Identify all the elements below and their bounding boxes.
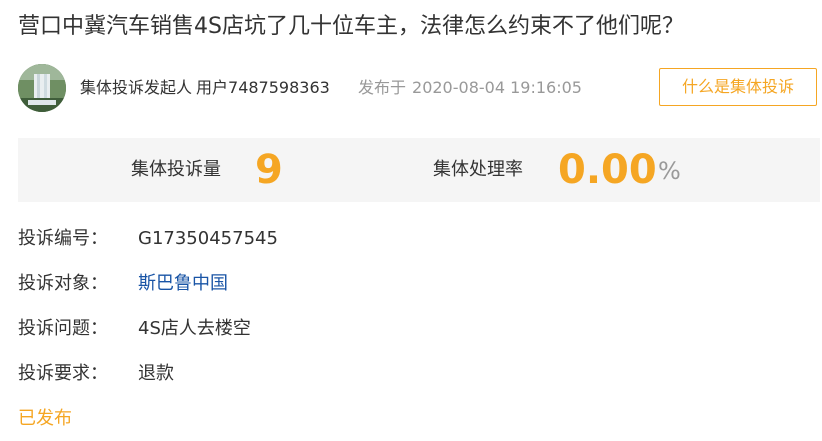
status-badge: 已发布 <box>18 408 72 429</box>
complaint-target-link[interactable]: 斯巴鲁中国 <box>138 269 228 299</box>
author-name: 集体投诉发起人 用户7487598363 <box>80 78 330 98</box>
handling-rate-value: 0.00 <box>558 147 657 193</box>
author-bar: 集体投诉发起人 用户7487598363 发布于 2020-08-04 19:16:… <box>18 64 820 112</box>
complaint-issue-value: 4S店人去楼空 <box>138 318 251 339</box>
author-role: 集体投诉发起人 <box>80 78 193 97</box>
publish-prefix: 发布于 <box>358 78 407 97</box>
waterfall-avatar-icon <box>18 64 66 112</box>
complaint-demand-value: 退款 <box>138 363 174 384</box>
complaint-count-value: 9 <box>255 147 283 193</box>
publish-date: 2020-08-04 19:16:05 <box>412 78 582 97</box>
complaint-count-label: 集体投诉量 <box>131 159 221 180</box>
publish-info: 发布于 2020-08-04 19:16:05 <box>358 78 582 98</box>
complaint-id-value: G17350457545 <box>138 228 278 249</box>
handling-rate-label: 集体处理率 <box>433 159 523 180</box>
complaint-id-label: 投诉编号： <box>18 228 108 249</box>
page-title: 营口中冀汽车销售4S店坑了几十位车主，法律怎么约束不了他们呢？ <box>18 14 684 39</box>
stats-panel: 集体投诉量 9 集体处理率 0.00 % <box>18 138 820 202</box>
handling-rate-unit: % <box>658 157 681 185</box>
complaint-issue-label: 投诉问题： <box>18 318 108 339</box>
complaint-demand-label: 投诉要求： <box>18 363 108 384</box>
complaint-target-label: 投诉对象： <box>18 273 108 294</box>
what-is-collective-complaint-button[interactable]: 什么是集体投诉 <box>659 68 817 106</box>
author-user[interactable]: 用户7487598363 <box>196 78 330 97</box>
avatar[interactable] <box>18 64 66 112</box>
